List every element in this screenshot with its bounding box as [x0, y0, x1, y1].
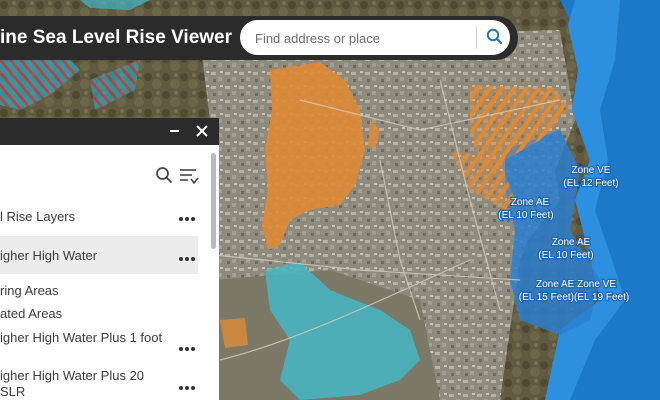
- more-horizontal-icon: [179, 217, 183, 221]
- more-options-button[interactable]: [179, 216, 195, 222]
- app-header: ine Sea Level Rise Viewer: [0, 16, 518, 60]
- layer-list-panel: l Rise Layers igher High Water ring Area…: [0, 145, 219, 400]
- app-title: ine Sea Level Rise Viewer: [0, 27, 233, 48]
- zone-label-2-elev: (EL 10 Feet): [498, 210, 553, 221]
- layer-search-button[interactable]: [155, 166, 173, 184]
- zone-label-1-elev: (EL 12 Feet): [563, 178, 618, 189]
- more-horizontal-icon: [179, 347, 183, 351]
- more-options-button[interactable]: [179, 385, 195, 391]
- search-button[interactable]: [481, 24, 507, 50]
- search-divider: [476, 26, 477, 49]
- scrollbar[interactable]: [211, 153, 216, 249]
- zone-label-1: Zone VE: [572, 165, 611, 176]
- layer-item[interactable]: igher High Water Plus 1 foot: [0, 326, 198, 358]
- layer-item-selected[interactable]: igher High Water: [0, 236, 198, 274]
- more-horizontal-icon: [179, 386, 183, 390]
- more-options-button[interactable]: [179, 346, 195, 352]
- more-horizontal-icon: [179, 257, 183, 261]
- search-input[interactable]: [255, 29, 465, 47]
- layer-item[interactable]: ring Areas: [0, 279, 198, 301]
- zone-label-3: Zone AE: [552, 237, 591, 248]
- layer-item-label: igher High Water Plus 1 foot: [0, 330, 163, 345]
- layer-item-group[interactable]: l Rise Layers: [0, 203, 198, 229]
- close-button[interactable]: [194, 123, 210, 139]
- close-icon: [196, 125, 208, 137]
- more-options-button[interactable]: [179, 256, 195, 262]
- layer-panel-header: [0, 118, 219, 145]
- search-box: [240, 20, 510, 55]
- layer-item[interactable]: igher High Water Plus 20 SLR: [0, 365, 198, 400]
- filter-icon: [180, 169, 199, 185]
- search-icon: [156, 167, 172, 183]
- layer-item-label: l Rise Layers: [0, 209, 76, 224]
- layer-item-label: igher High Water Plus 20 SLR: [0, 368, 145, 399]
- layer-item-label: igher High Water: [0, 248, 98, 263]
- zone-label-4-elev: (EL 15 Feet)(EL 19 Feet): [519, 292, 629, 303]
- search-icon: [486, 28, 503, 45]
- minimize-button[interactable]: [170, 130, 179, 132]
- layer-item-label: ated Areas: [0, 306, 63, 321]
- layer-filter-button[interactable]: [179, 167, 199, 185]
- zone-label-2: Zone AE: [511, 197, 550, 208]
- zone-label-4: Zone AE Zone VE: [536, 279, 616, 290]
- layer-item[interactable]: ated Areas: [0, 303, 198, 325]
- layer-item-label: ring Areas: [0, 283, 59, 298]
- zone-label-3-elev: (EL 10 Feet): [538, 250, 593, 261]
